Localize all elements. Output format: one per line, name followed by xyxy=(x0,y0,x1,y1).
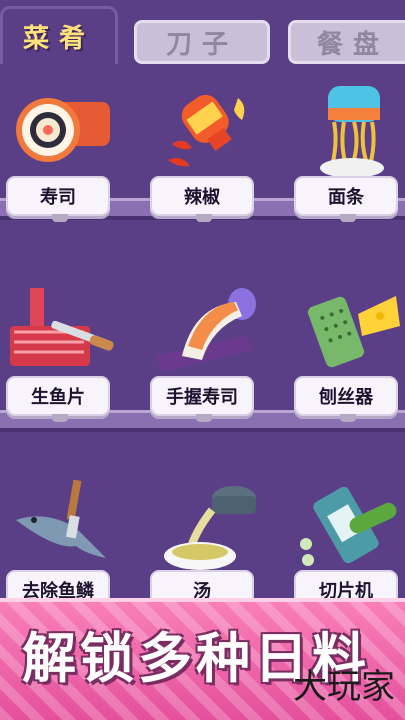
fish-scaling-icon xyxy=(16,480,106,558)
item-card-sushi[interactable]: 寿司 xyxy=(6,86,118,222)
item-card-nigiri[interactable]: 手握寿司 xyxy=(150,286,262,422)
item-label: 生鱼片 xyxy=(6,376,110,422)
nigiri-icon xyxy=(156,288,256,372)
item-label: 面条 xyxy=(294,176,398,222)
item-label: 辣椒 xyxy=(150,176,254,222)
item-card-grater[interactable]: 刨丝器 xyxy=(294,286,405,422)
cheese-grater-icon xyxy=(307,296,400,368)
tab-plates[interactable]: 餐盘 xyxy=(288,20,405,64)
promo-banner: 解锁多种日料 大玩家 xyxy=(0,598,405,720)
tab-knives[interactable]: 刀子 xyxy=(134,20,270,64)
soup-pot-icon xyxy=(164,486,256,570)
item-label: 刨丝器 xyxy=(294,376,398,422)
sushi-roll-icon xyxy=(16,98,110,162)
sashimi-knife-icon xyxy=(10,288,114,366)
category-tabbar: 菜肴 刀子 餐盘 xyxy=(0,0,405,70)
item-card-fish-scaling[interactable]: 去除鱼鳞 xyxy=(6,480,118,616)
tab-dishes[interactable]: 菜肴 xyxy=(0,6,118,64)
cucumber-slicer-icon xyxy=(300,486,397,566)
item-label: 寿司 xyxy=(6,176,110,222)
item-card-soup[interactable]: 汤 xyxy=(150,480,262,616)
watermark: 大玩家 xyxy=(293,667,395,707)
item-label: 手握寿司 xyxy=(150,376,254,422)
item-card-noodles[interactable]: 面条 xyxy=(294,86,405,222)
item-card-slicer[interactable]: 切片机 xyxy=(294,480,405,616)
item-card-chili[interactable]: 辣椒 xyxy=(150,86,262,222)
item-card-sashimi[interactable]: 生鱼片 xyxy=(6,286,118,422)
noodles-icon xyxy=(320,86,384,178)
chili-sauce-icon xyxy=(168,94,245,167)
